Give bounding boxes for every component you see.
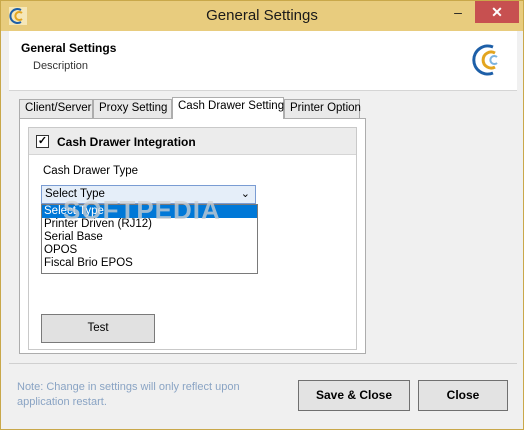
settings-window: General Settings – ✕ General Settings De… [0, 0, 524, 430]
restart-note: Note: Change in settings will only refle… [17, 381, 240, 408]
integration-label: Cash Drawer Integration [57, 135, 196, 149]
chevron-down-icon[interactable]: ⌄ [241, 187, 250, 200]
dropdown-option-opos[interactable]: OPOS [42, 244, 257, 257]
dropdown-option-fiscal-brio-epos[interactable]: Fiscal Brio EPOS [42, 257, 257, 270]
close-button[interactable]: Close [418, 380, 508, 411]
footer: Note: Change in settings will only refle… [9, 363, 517, 423]
cash-drawer-panel: ✓ Cash Drawer Integration Cash Drawer Ty… [19, 118, 366, 354]
cash-drawer-group-header: ✓ Cash Drawer Integration [29, 128, 356, 155]
tab-cash-drawer-setting[interactable]: Cash Drawer Setting [172, 97, 284, 119]
cash-drawer-type-label: Cash Drawer Type [43, 165, 139, 177]
integration-checkbox[interactable]: ✓ [36, 135, 49, 148]
tab-printer-option[interactable]: Printer Option [284, 99, 361, 118]
header-description: Description [33, 60, 89, 72]
test-button[interactable]: Test [41, 314, 155, 343]
tab-client-server[interactable]: Client/Server [19, 99, 93, 118]
window-close-button[interactable]: ✕ [475, 1, 519, 23]
watermark: SOFTPEDIA [63, 195, 221, 225]
header-title: General Settings [21, 41, 117, 55]
title-bar[interactable]: General Settings – ✕ [1, 1, 523, 31]
cash-drawer-group: ✓ Cash Drawer Integration Cash Drawer Ty… [28, 127, 357, 350]
save-close-button[interactable]: Save & Close [298, 380, 410, 411]
tab-proxy-setting[interactable]: Proxy Setting [93, 99, 172, 118]
minimize-button[interactable]: – [441, 1, 475, 23]
brand-logo-icon [472, 44, 498, 76]
header-panel: General Settings Description [9, 31, 517, 91]
dropdown-option-serial-base[interactable]: Serial Base [42, 231, 257, 244]
